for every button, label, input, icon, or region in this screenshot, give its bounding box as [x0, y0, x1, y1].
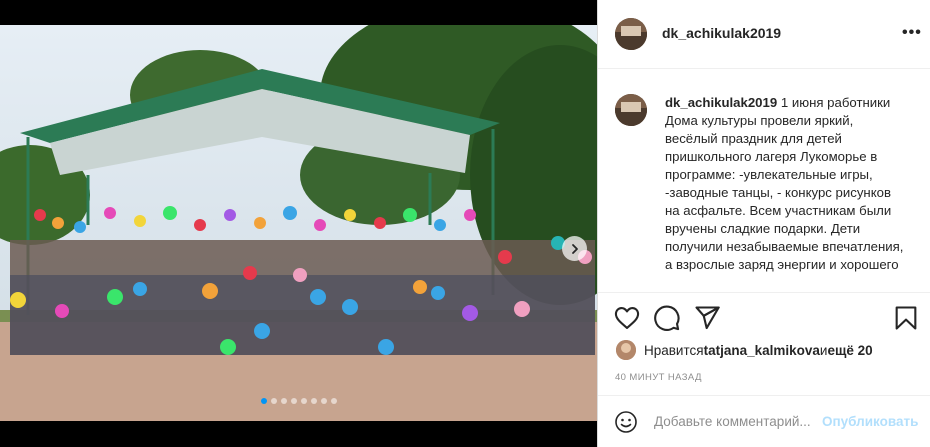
comment-bar: Опубликовать — [598, 395, 930, 443]
emoji-icon[interactable] — [614, 410, 638, 434]
liker-username[interactable]: tatjana_kalmikova — [704, 343, 820, 358]
likes-count-link[interactable]: ещё 20 — [827, 343, 872, 358]
caption-avatar[interactable] — [615, 94, 647, 126]
carousel-dot — [310, 398, 317, 404]
avatar-image — [615, 94, 647, 126]
comment-icon[interactable] — [653, 304, 681, 332]
post-username[interactable]: dk_achikulak2019 — [662, 25, 781, 41]
liker-avatar[interactable] — [616, 340, 636, 360]
likes-prefix: Нравится — [644, 342, 704, 358]
post-frame: dk_achikulak2019 ••• dk_achikulak2019 1 … — [0, 0, 930, 447]
chevron-right-icon — [571, 243, 578, 254]
post-photo[interactable] — [0, 25, 597, 421]
comment-input[interactable] — [654, 408, 824, 434]
publish-button[interactable]: Опубликовать — [822, 414, 918, 429]
next-photo-button[interactable] — [562, 236, 587, 261]
carousel-dot — [270, 398, 277, 404]
likes-middle: и — [819, 342, 828, 358]
caption-text: 1 июня работники Дома культуры провели я… — [665, 95, 904, 272]
likes-line: Нравится tatjana_kalmikova и ещё 20 — [616, 340, 873, 360]
carousel-dot — [260, 398, 267, 404]
post-timestamp[interactable]: 40 МИНУТ НАЗАД — [615, 372, 702, 383]
carousel-dot — [300, 398, 307, 404]
post-header: dk_achikulak2019 ••• — [598, 0, 930, 69]
heart-icon[interactable] — [613, 304, 641, 332]
carousel-dot — [290, 398, 297, 404]
photo-scene — [0, 25, 597, 421]
carousel-dot — [320, 398, 327, 404]
avatar-image — [616, 340, 636, 360]
carousel-dot — [280, 398, 287, 404]
bookmark-icon[interactable] — [892, 304, 920, 332]
post-actions: Нравится tatjana_kalmikova и ещё 20 40 М… — [598, 292, 930, 442]
share-icon[interactable] — [693, 304, 721, 332]
carousel-dot — [330, 398, 337, 404]
caption-username[interactable]: dk_achikulak2019 — [665, 95, 777, 110]
caption-area: dk_achikulak2019 1 июня работники Дома к… — [598, 90, 930, 288]
post-side-panel: dk_achikulak2019 ••• dk_achikulak2019 1 … — [597, 0, 930, 447]
more-options-icon[interactable]: ••• — [902, 24, 922, 42]
carousel-indicator — [0, 398, 597, 404]
post-caption: dk_achikulak2019 1 июня работники Дома к… — [665, 94, 905, 274]
avatar[interactable] — [615, 18, 647, 50]
avatar-image — [615, 18, 647, 50]
